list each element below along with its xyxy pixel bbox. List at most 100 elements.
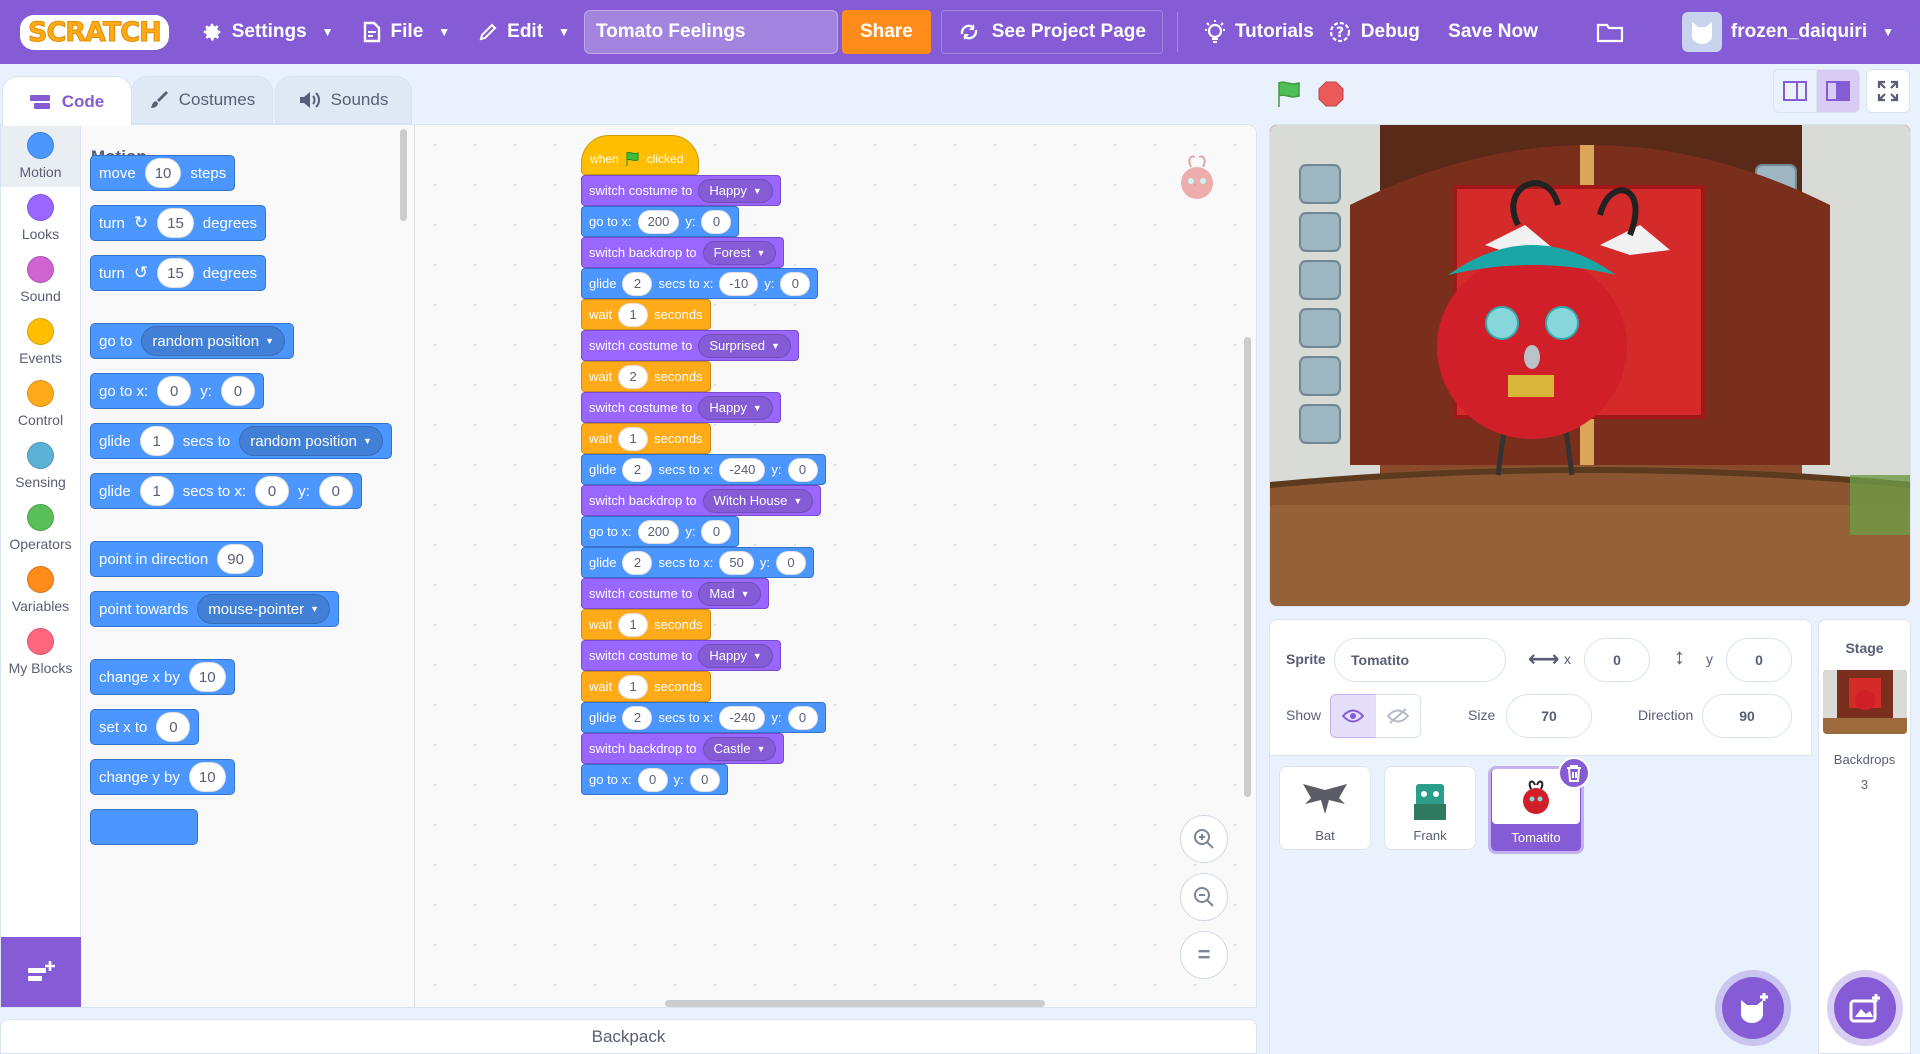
block-input[interactable]: 0 <box>637 767 668 792</box>
block-input[interactable]: 1 <box>139 426 174 456</box>
project-title-input[interactable]: Tomato Feelings <box>583 10 838 54</box>
block-switch-costume[interactable]: switch costume to Happy ▼ <box>581 175 781 206</box>
fullscreen-button[interactable] <box>1866 69 1910 113</box>
category-operators[interactable]: Operators <box>1 497 80 559</box>
block-input[interactable]: 15 <box>157 258 194 288</box>
tutorials-button[interactable]: Tutorials <box>1190 0 1328 64</box>
category-sensing[interactable]: Sensing <box>1 435 80 497</box>
sprite-tile-frank[interactable]: Frank <box>1384 766 1476 850</box>
block-input[interactable]: -240 <box>719 457 766 482</box>
block-switch-costume[interactable]: switch costume to Happy ▼ <box>581 640 781 671</box>
block-input[interactable]: 1 <box>618 426 649 451</box>
tab-sounds[interactable]: Sounds <box>275 76 412 124</box>
zoom-in-button[interactable] <box>1180 815 1228 863</box>
block-input[interactable]: 1 <box>618 302 649 327</box>
block-input[interactable]: 0 <box>156 712 191 742</box>
see-project-page-button[interactable]: See Project Page <box>940 10 1163 54</box>
block-input[interactable]: 2 <box>618 364 649 389</box>
category-sound[interactable]: Sound <box>1 249 80 311</box>
block-switch-costume[interactable]: switch costume to Surprised ▼ <box>581 330 799 361</box>
block-input[interactable]: 200 <box>637 519 680 544</box>
category-my-blocks[interactable]: My Blocks <box>1 621 80 683</box>
block-glide-random[interactable]: glide 1 secs to random position ▼ <box>90 423 392 459</box>
block-input[interactable]: -240 <box>719 705 766 730</box>
block-change-x[interactable]: change x by 10 <box>90 659 235 695</box>
normal-stage-button[interactable] <box>1816 69 1860 113</box>
block-turn-left[interactable]: turn ↺ 15 degrees <box>90 255 267 291</box>
show-hidden-button[interactable] <box>1375 694 1421 738</box>
block-point-towards[interactable]: point towards mouse-pointer ▼ <box>90 591 340 627</box>
block-glide-xy[interactable]: glide 2 secs to x: 50 y: 0 <box>581 547 814 578</box>
category-looks[interactable]: Looks <box>1 187 80 249</box>
block-input[interactable]: 10 <box>188 662 226 692</box>
block-goto-xy[interactable]: go to x: 200 y: 0 <box>581 206 740 237</box>
block-input[interactable]: 0 <box>780 271 811 296</box>
block-input[interactable]: 2 <box>622 550 653 575</box>
block-switch-backdrop[interactable]: switch backdrop to Forest ▼ <box>581 237 785 268</box>
block-dropdown[interactable]: Happy ▼ <box>698 178 773 203</box>
category-control[interactable]: Control <box>1 373 80 435</box>
block-goto-random[interactable]: go to random position ▼ <box>90 323 295 359</box>
block-input[interactable]: 2 <box>622 705 653 730</box>
script-workspace[interactable]: when clicked switch costume to Happy ▼ go … <box>415 125 1256 1007</box>
add-extension-button[interactable] <box>1 937 81 1007</box>
block-input[interactable]: 0 <box>255 476 290 506</box>
small-stage-button[interactable] <box>1773 69 1817 113</box>
block-point-direction[interactable]: point in direction 90 <box>90 541 263 577</box>
block-switch-backdrop[interactable]: switch backdrop to Castle ▼ <box>581 733 785 764</box>
sprite-name-input[interactable]: Tomatito <box>1334 638 1506 682</box>
block-input[interactable]: 50 <box>719 550 754 575</box>
delete-sprite-button[interactable] <box>1558 757 1590 789</box>
block-set-x[interactable]: set x to 0 <box>90 709 200 745</box>
block-partial[interactable] <box>90 809 198 845</box>
block-when-flag-clicked[interactable]: when clicked <box>581 135 699 175</box>
show-visible-button[interactable] <box>1330 694 1376 738</box>
block-input[interactable]: 1 <box>618 674 649 699</box>
backpack[interactable]: Backpack <box>0 1019 1257 1054</box>
block-wait[interactable]: wait 1 seconds <box>581 299 711 330</box>
block-input[interactable]: 0 <box>220 376 255 406</box>
category-motion[interactable]: Motion <box>1 125 80 187</box>
block-dropdown[interactable]: Forest ▼ <box>702 240 777 265</box>
block-glide-xy[interactable]: glide 2 secs to x: -10 y: 0 <box>581 268 819 299</box>
category-variables[interactable]: Variables <box>1 559 80 621</box>
size-input[interactable]: 70 <box>1506 694 1592 738</box>
block-dropdown[interactable]: Witch House ▼ <box>702 488 814 513</box>
block-input[interactable]: 1 <box>139 476 174 506</box>
block-dropdown[interactable]: Happy ▼ <box>698 395 773 420</box>
block-dropdown[interactable]: Mad ▼ <box>698 581 761 606</box>
category-events[interactable]: Events <box>1 311 80 373</box>
block-glide-xy[interactable]: glide 2 secs to x: -240 y: 0 <box>581 454 826 485</box>
choose-backdrop-button[interactable] <box>1834 977 1896 1039</box>
stage-canvas[interactable] <box>1269 124 1911 607</box>
block-dropdown[interactable]: random position ▼ <box>141 326 286 356</box>
workspace-horizontal-scrollbar[interactable] <box>665 1000 1045 1007</box>
block-input[interactable]: 2 <box>622 271 653 296</box>
account-menu[interactable]: frozen_daiquiri ▼ <box>1668 0 1920 64</box>
y-position-input[interactable]: 0 <box>1726 638 1792 682</box>
block-input[interactable]: 2 <box>622 457 653 482</box>
block-input[interactable]: 10 <box>144 158 182 188</box>
block-input[interactable]: 0 <box>157 376 192 406</box>
share-button[interactable]: Share <box>841 10 931 54</box>
block-glide-xy[interactable]: glide 2 secs to x: -240 y: 0 <box>581 702 826 733</box>
edit-menu[interactable]: Edit ▼ <box>464 0 584 64</box>
block-turn-right[interactable]: turn ↻ 15 degrees <box>90 205 267 241</box>
zoom-out-button[interactable] <box>1180 873 1228 921</box>
block-wait[interactable]: wait 1 seconds <box>581 423 711 454</box>
block-wait[interactable]: wait 1 seconds <box>581 671 711 702</box>
block-wait[interactable]: wait 2 seconds <box>581 361 711 392</box>
block-input[interactable]: 15 <box>157 208 194 238</box>
stage-thumbnail[interactable] <box>1822 670 1907 734</box>
block-dropdown[interactable]: Happy ▼ <box>698 643 773 668</box>
direction-input[interactable]: 90 <box>1702 694 1792 738</box>
block-glide-xy[interactable]: glide 1 secs to x: 0 y: 0 <box>90 473 362 509</box>
block-dropdown[interactable]: Surprised ▼ <box>698 333 791 358</box>
tab-code[interactable]: Code <box>2 76 132 126</box>
scratch-logo[interactable]: SCRATCH <box>20 14 169 50</box>
block-input[interactable]: 0 <box>701 209 732 234</box>
workspace-vertical-scrollbar[interactable] <box>1244 337 1251 797</box>
block-input[interactable]: 200 <box>637 209 680 234</box>
file-menu[interactable]: File ▼ <box>348 0 465 64</box>
block-dropdown[interactable]: random position ▼ <box>239 426 383 456</box>
